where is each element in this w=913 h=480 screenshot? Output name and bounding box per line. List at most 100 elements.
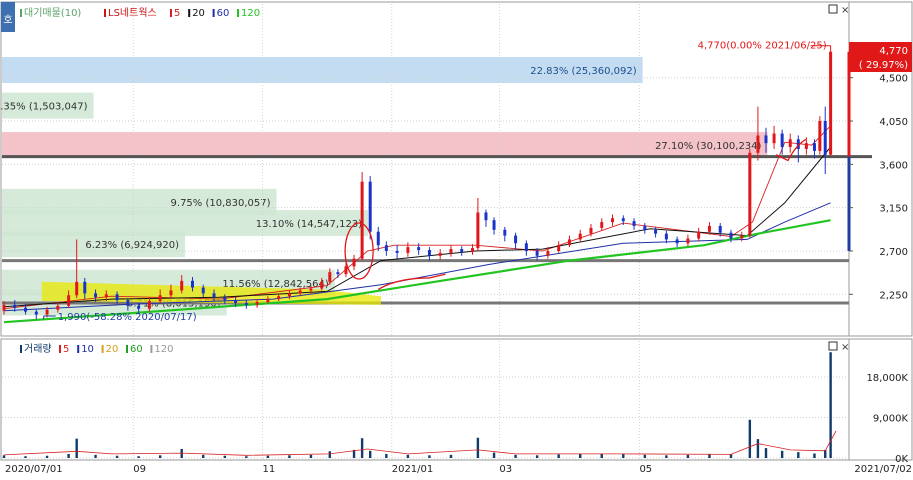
candle-body [535,250,539,256]
volume-bar [223,455,226,458]
volume-panel-close-icon[interactable]: × [841,342,849,353]
volume-bar [137,456,140,458]
volume-bar [245,456,248,458]
volume-panel-maximize-button[interactable] [828,341,838,351]
candle-body [589,227,593,234]
stock-chart-svg: 22.83% (25,360,092) 1.35% (1,503,047) 27.1… [0,1,913,475]
candle-body [2,304,6,311]
candle-body [632,221,636,226]
candle-body [34,311,38,315]
legend-item-label: 60 [217,8,230,19]
volume-bar [622,453,625,458]
candle-body [255,302,259,305]
candle-body [484,212,488,221]
candle-body [126,300,130,306]
legend-item-label: 5 [174,8,180,19]
volume-scale-bg [848,338,913,461]
candle-body [83,281,87,294]
price-panel-maximize-button[interactable] [828,4,838,14]
candle-body [546,250,550,256]
candle-body [147,301,151,309]
legend-item-label: 10 [81,344,94,355]
volume-bar [115,455,119,458]
volume-bar [202,454,205,458]
volume-bar [476,437,480,458]
low-callout-label: 1,990(-58.28% 2020/07/17) [58,312,197,323]
volume-bar [158,455,162,458]
candle-body [137,305,141,309]
candle-body [344,266,348,275]
candle-body [812,143,816,151]
volume-bar [557,454,560,458]
candle-body [621,218,625,222]
volume-bar [75,438,78,458]
candle-body [772,133,776,144]
volume-bar [266,455,270,458]
stock-chart[interactable]: 22.83% (25,360,092) 1.35% (1,503,047) 27.1… [0,0,913,476]
candle-body [352,258,356,267]
candle-body [578,233,582,240]
candle-body [190,280,194,288]
candle-body [823,121,827,155]
volume-bar [643,454,647,458]
legend-swatch [104,9,106,17]
volume-bar [428,455,431,458]
candle-body [287,293,291,297]
price-panel-close-icon[interactable]: × [841,5,849,16]
price-tick-label: 2,700 [879,247,908,258]
volume-bar [535,455,539,458]
volume-bar [385,453,388,458]
candle-body [729,232,733,239]
candle-body [406,247,410,253]
candle-body [829,51,833,155]
candle-body [686,238,690,244]
candle-body [298,290,302,294]
legend-item-label: LS네트웍스 [108,7,157,19]
candle-body [449,249,453,253]
price-tick-label: 2,250 [879,290,908,301]
candle-body [748,152,752,236]
volume-bar [368,450,372,458]
candle-body [320,281,324,289]
candle-body [67,295,71,306]
volume-profile-label: 13.10% (14,547,123) [256,219,362,230]
volume-bar [756,439,760,458]
candle-body [707,225,711,232]
volume-bar [309,454,313,458]
candle-body [169,290,173,296]
volume-bar [288,455,291,458]
candle-body [94,293,98,298]
x-axis-label: 2020/07/01 [5,464,63,475]
volume-bar [360,438,364,458]
candle-body [476,212,480,249]
high-callout-label: 4,770(0.00% 2021/06/25) [698,41,827,52]
candle-body [438,252,442,256]
volume-bar [780,450,784,458]
legend-swatch [126,345,128,353]
volume-profile-label: 27.10% (30,100,234) [655,141,761,152]
x-axis-label: 11 [262,464,275,475]
candle-body [654,229,658,234]
corner-badge-label: 호 [3,14,12,26]
legend-item-label: 60 [130,344,143,355]
candle-body [336,272,340,275]
x-axis-label: 2021/07/02 [854,464,912,475]
candle-body [395,250,399,253]
candle-body [360,181,364,259]
candle-body [13,304,17,308]
volume-bar [579,453,582,458]
price-tick-label: 3,150 [879,204,908,215]
volume-bar [67,453,70,458]
x-axis-label: 03 [499,464,512,475]
volume-panel-frame [0,338,850,461]
candle-body [368,181,372,232]
legend-swatch [150,345,153,353]
legend-swatch [212,9,215,17]
candle-body [643,225,647,230]
candle-body [471,248,475,252]
volume-bar [764,448,768,458]
candle-body [675,239,679,244]
candle-body [212,293,216,298]
candle-body [524,243,528,251]
candle-body [818,121,822,151]
